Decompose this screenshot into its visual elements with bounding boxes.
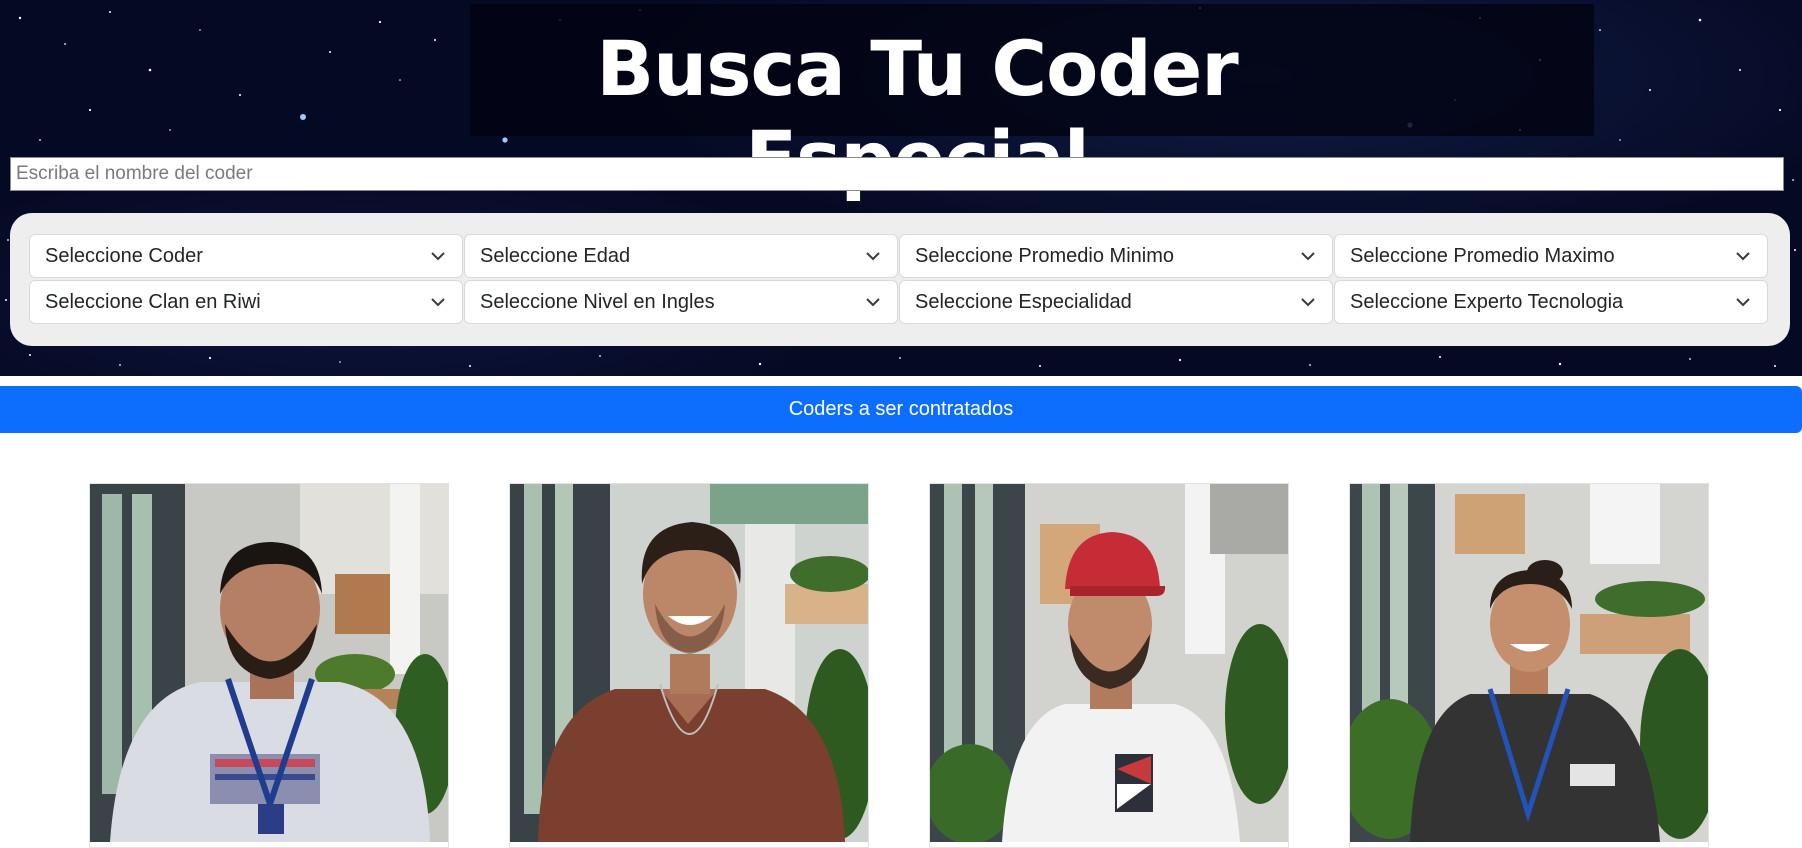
filter-panel: Seleccione Coder Seleccione Edad Selecci…	[10, 213, 1790, 346]
chevron-down-icon	[866, 298, 880, 307]
select-especialidad[interactable]: Seleccione Especialidad	[899, 280, 1333, 324]
chevron-down-icon	[1736, 298, 1750, 307]
select-promedio-minimo[interactable]: Seleccione Promedio Minimo	[899, 234, 1333, 278]
title-backdrop: Busca Tu Coder Especial	[470, 4, 1594, 203]
select-nivel-ingles-label: Seleccione Nivel en Ingles	[480, 291, 715, 313]
select-coder-label: Seleccione Coder	[45, 245, 203, 267]
coder-photo	[930, 484, 1288, 842]
select-promedio-maximo[interactable]: Seleccione Promedio Maximo	[1334, 234, 1768, 278]
select-promedio-maximo-label: Seleccione Promedio Maximo	[1350, 245, 1615, 267]
coder-card[interactable]	[1349, 483, 1709, 848]
chevron-down-icon	[431, 298, 445, 307]
chevron-down-icon	[1736, 252, 1750, 261]
select-edad[interactable]: Seleccione Edad	[464, 234, 898, 278]
chevron-down-icon	[866, 252, 880, 261]
coder-card[interactable]	[929, 483, 1289, 848]
select-promedio-minimo-label: Seleccione Promedio Minimo	[915, 245, 1175, 267]
select-nivel-ingles[interactable]: Seleccione Nivel en Ingles	[464, 280, 898, 324]
coder-photo	[510, 484, 868, 842]
chevron-down-icon	[1301, 298, 1315, 307]
coder-card[interactable]	[89, 483, 449, 848]
select-clan[interactable]: Seleccione Clan en Riwi	[29, 280, 463, 324]
select-edad-label: Seleccione Edad	[480, 245, 631, 267]
chevron-down-icon	[1301, 252, 1315, 261]
select-experto-tecnologia[interactable]: Seleccione Experto Tecnologia	[1334, 280, 1768, 324]
select-coder[interactable]: Seleccione Coder	[29, 234, 463, 278]
search-input[interactable]	[10, 157, 1784, 191]
coder-card[interactable]	[509, 483, 869, 848]
select-experto-tecnologia-label: Seleccione Experto Tecnologia	[1350, 291, 1624, 313]
select-especialidad-label: Seleccione Especialidad	[915, 291, 1132, 313]
chevron-down-icon	[431, 252, 445, 261]
coders-banner: Coders a ser contratados	[0, 386, 1802, 433]
coder-photo	[1350, 484, 1708, 842]
select-clan-label: Seleccione Clan en Riwi	[45, 291, 261, 313]
coder-photo	[90, 484, 448, 842]
